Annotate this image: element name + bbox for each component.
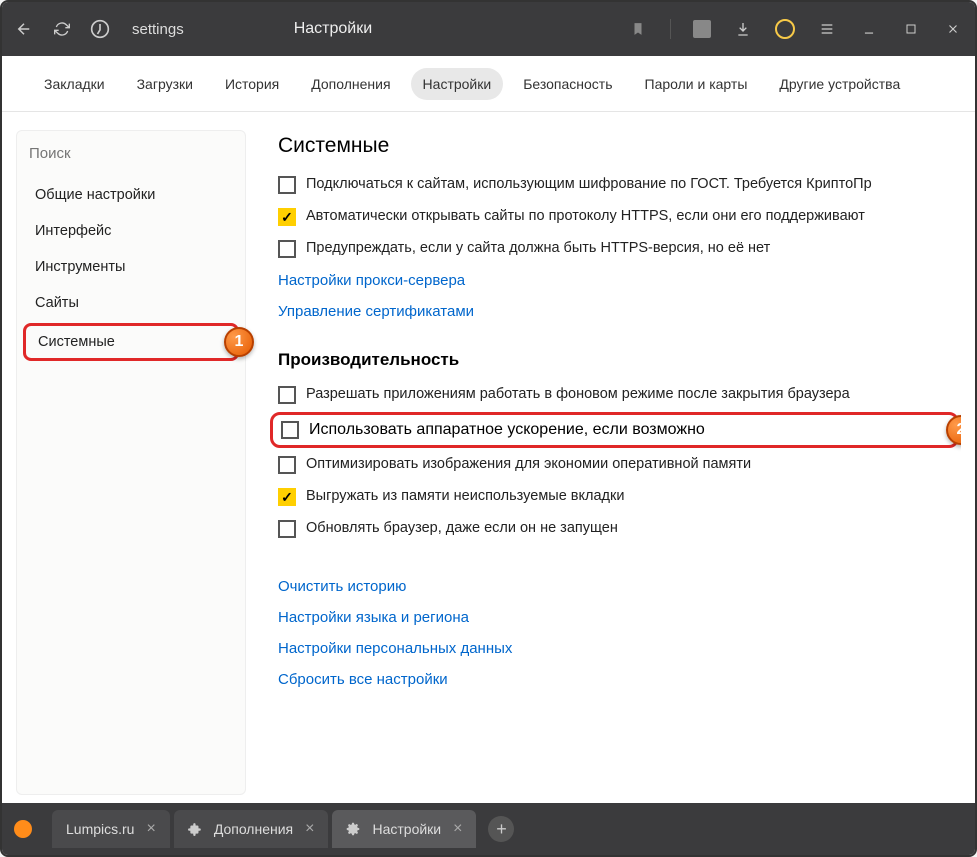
checkbox-label: Подключаться к сайтам, использующим шифр… bbox=[306, 176, 872, 192]
checkbox-https-warn[interactable] bbox=[278, 240, 296, 258]
sidebar-item-label: Системные bbox=[38, 334, 115, 350]
sidebar-item-general[interactable]: Общие настройки bbox=[17, 177, 245, 213]
checkbox-label: Предупреждать, если у сайта должна быть … bbox=[306, 240, 770, 256]
tab-label: Lumpics.ru bbox=[66, 821, 134, 837]
link-clear-history[interactable]: Очистить историю bbox=[278, 578, 951, 595]
settings-navbar: Закладки Загрузки История Дополнения Нас… bbox=[2, 56, 975, 112]
checkbox-optimize-img[interactable] bbox=[278, 456, 296, 474]
sidebar-item-tools[interactable]: Инструменты bbox=[17, 249, 245, 285]
checkbox-https-auto[interactable] bbox=[278, 208, 296, 226]
puzzle-icon bbox=[188, 822, 202, 836]
back-icon[interactable] bbox=[14, 19, 34, 39]
nav-settings[interactable]: Настройки bbox=[411, 68, 504, 100]
checkbox-label: Обновлять браузер, даже если он не запущ… bbox=[306, 520, 618, 536]
sidebar-item-interface[interactable]: Интерфейс bbox=[17, 213, 245, 249]
checkbox-label: Использовать аппаратное ускорение, если … bbox=[309, 421, 705, 439]
link-certs[interactable]: Управление сертификатами bbox=[278, 303, 951, 320]
yandex-ring-icon[interactable] bbox=[775, 19, 795, 39]
settings-main: Системные Подключаться к сайтам, использ… bbox=[264, 130, 961, 795]
tab-label: Настройки bbox=[372, 821, 441, 837]
checkbox-label: Выгружать из памяти неиспользуемые вклад… bbox=[306, 488, 624, 504]
link-personal-data[interactable]: Настройки персональных данных bbox=[278, 640, 951, 657]
sidebar-item-sites[interactable]: Сайты bbox=[17, 285, 245, 321]
close-icon[interactable] bbox=[943, 19, 963, 39]
yandex-logo-icon[interactable] bbox=[90, 19, 110, 39]
menu-icon[interactable] bbox=[817, 19, 837, 39]
bookmark-icon[interactable] bbox=[628, 19, 648, 39]
checkbox-hw-accel[interactable] bbox=[281, 421, 299, 439]
link-proxy[interactable]: Настройки прокси-сервера bbox=[278, 272, 951, 289]
nav-bookmarks[interactable]: Закладки bbox=[32, 68, 117, 100]
tab-close-icon[interactable]: × bbox=[453, 820, 462, 838]
tab-lumpics[interactable]: Lumpics.ru × bbox=[52, 810, 170, 848]
checkbox-update[interactable] bbox=[278, 520, 296, 538]
gear-icon bbox=[346, 822, 360, 836]
nav-passwords[interactable]: Пароли и карты bbox=[633, 68, 760, 100]
annotation-badge-2: 2 bbox=[946, 415, 961, 445]
highlighted-hw-accel: Использовать аппаратное ускорение, если … bbox=[270, 412, 959, 448]
tab-close-icon[interactable]: × bbox=[305, 820, 314, 838]
tab-addons[interactable]: Дополнения × bbox=[174, 810, 329, 848]
checkbox-label: Оптимизировать изображения для экономии … bbox=[306, 456, 751, 472]
tab-settings[interactable]: Настройки × bbox=[332, 810, 476, 848]
minimize-icon[interactable] bbox=[859, 19, 879, 39]
nav-downloads[interactable]: Загрузки bbox=[125, 68, 205, 100]
checkbox-label: Разрешать приложениям работать в фоновом… bbox=[306, 386, 850, 402]
annotation-badge-1: 1 bbox=[224, 327, 254, 357]
tab-title: Настройки bbox=[294, 20, 372, 38]
maximize-icon[interactable] bbox=[901, 19, 921, 39]
checkbox-background[interactable] bbox=[278, 386, 296, 404]
bottom-tab-bar: Lumpics.ru × Дополнения × Настройки × + bbox=[2, 803, 975, 855]
avatar-icon[interactable] bbox=[693, 20, 711, 38]
separator bbox=[670, 19, 671, 39]
address-text[interactable]: settings bbox=[132, 21, 184, 38]
checkbox-unload-tabs[interactable] bbox=[278, 488, 296, 506]
nav-security[interactable]: Безопасность bbox=[511, 68, 624, 100]
nav-devices[interactable]: Другие устройства bbox=[767, 68, 912, 100]
reload-icon[interactable] bbox=[52, 19, 72, 39]
download-icon[interactable] bbox=[733, 19, 753, 39]
titlebar: settings Настройки bbox=[2, 2, 975, 56]
checkbox-label: Автоматически открывать сайты по протоко… bbox=[306, 208, 865, 224]
home-icon[interactable] bbox=[14, 820, 32, 838]
search-input[interactable] bbox=[29, 145, 233, 162]
tab-label: Дополнения bbox=[214, 821, 293, 837]
link-reset[interactable]: Сбросить все настройки bbox=[278, 671, 951, 688]
section-title-performance: Производительность bbox=[278, 350, 951, 370]
checkbox-gost[interactable] bbox=[278, 176, 296, 194]
settings-sidebar: Общие настройки Интерфейс Инструменты Са… bbox=[16, 130, 246, 795]
section-title-system: Системные bbox=[278, 134, 951, 158]
nav-addons[interactable]: Дополнения bbox=[299, 68, 402, 100]
nav-history[interactable]: История bbox=[213, 68, 291, 100]
new-tab-button[interactable]: + bbox=[488, 816, 514, 842]
tab-close-icon[interactable]: × bbox=[146, 820, 155, 838]
link-language[interactable]: Настройки языка и региона bbox=[278, 609, 951, 626]
sidebar-item-system[interactable]: Системные 1 bbox=[23, 323, 239, 361]
